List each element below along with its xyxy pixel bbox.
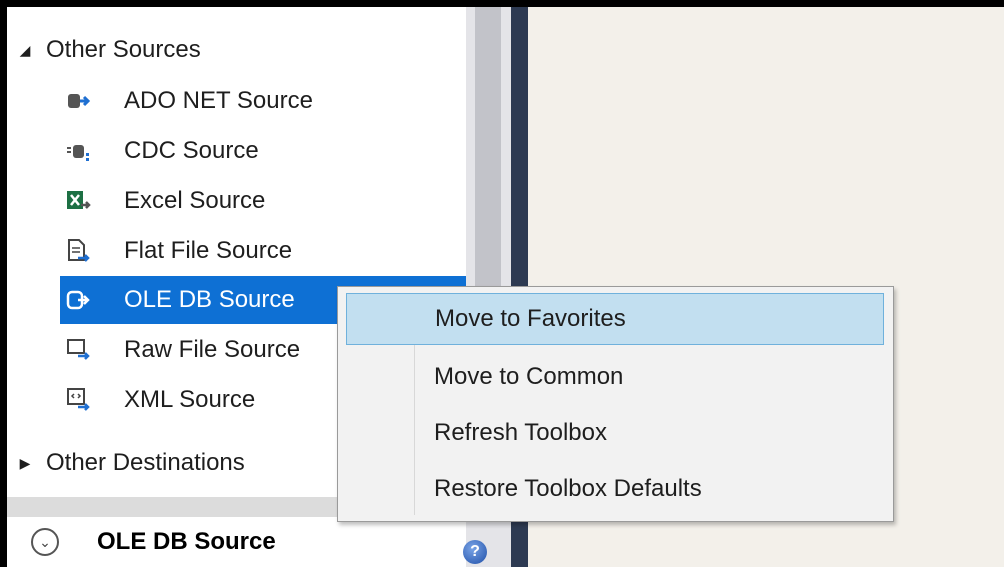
flat-file-source-icon [66, 238, 92, 264]
toolbox-item-excel-source[interactable]: Excel Source [60, 177, 466, 225]
item-label: XML Source [124, 386, 256, 413]
properties-panel-title: OLE DB Source [97, 528, 276, 555]
raw-file-source-icon [66, 337, 92, 363]
item-label: Excel Source [124, 187, 266, 214]
item-label: Raw File Source [124, 336, 301, 363]
chevron-down-circle-icon[interactable]: ⌄ [31, 528, 59, 556]
toolbox-scrollbar-thumb[interactable] [475, 7, 501, 287]
item-label: CDC Source [124, 137, 259, 164]
item-label: OLE DB Source [124, 286, 295, 313]
window-border-top [0, 0, 1004, 7]
excel-source-icon [66, 188, 92, 214]
triangle-collapsed-icon[interactable]: ▶ [18, 455, 32, 472]
menu-item-move-to-favorites[interactable]: Move to Favorites [346, 293, 884, 345]
toolbox-group-other-destinations[interactable]: ▶ Other Destinations [18, 443, 245, 483]
menu-item-label: Move to Common [434, 363, 624, 390]
toolbox-item-flat-file-source[interactable]: Flat File Source [60, 227, 466, 275]
context-menu: Move to Favorites Move to Common Refresh… [337, 286, 894, 522]
menu-item-restore-toolbox-defaults[interactable]: Restore Toolbox Defaults [346, 463, 884, 515]
toolbox-item-cdc-source[interactable]: CDC Source [60, 127, 466, 175]
ole-db-source-icon [66, 287, 92, 313]
menu-item-label: Refresh Toolbox [434, 419, 607, 446]
properties-panel-header: ⌄ OLE DB Source [7, 517, 466, 567]
item-label: Flat File Source [124, 237, 293, 264]
menu-item-label: Restore Toolbox Defaults [434, 475, 702, 502]
ado-net-source-icon [66, 88, 92, 114]
menu-item-label: Move to Favorites [435, 305, 626, 332]
menu-item-move-to-common[interactable]: Move to Common [346, 351, 884, 403]
app-window: ◢ Other Sources ADO NET Source CDC Sourc… [0, 0, 1004, 567]
toolbox-item-ado-net-source[interactable]: ADO NET Source [60, 77, 466, 125]
item-label: ADO NET Source [124, 87, 313, 114]
toolbox-group-other-sources[interactable]: ◢ Other Sources [18, 30, 201, 70]
group-label: Other Sources [46, 36, 201, 63]
help-icon[interactable]: ? [463, 540, 487, 564]
xml-source-icon [66, 387, 92, 413]
group-label: Other Destinations [46, 449, 245, 476]
menu-item-refresh-toolbox[interactable]: Refresh Toolbox [346, 407, 884, 459]
cdc-source-icon [66, 138, 92, 164]
window-border-left [0, 0, 7, 567]
triangle-expanded-icon[interactable]: ◢ [18, 42, 32, 59]
